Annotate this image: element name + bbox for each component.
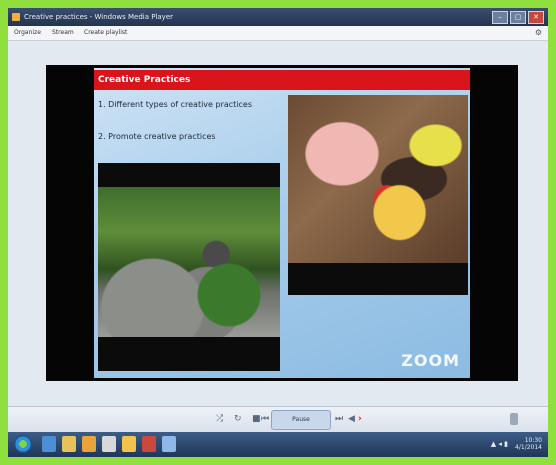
window-title-bar: Creative practices - Windows Media Playe… [8,8,548,26]
media-player-taskbar-icon[interactable] [82,436,96,452]
play-pause-button[interactable]: Pause [271,410,331,430]
menu-bar: Organize Stream Create playlist ⚙ [8,26,548,41]
clock[interactable]: 10:30 4/1/2014 [515,437,542,451]
file-explorer-icon[interactable] [62,436,76,452]
previous-button[interactable]: ⏮ [261,413,269,425]
gear-icon[interactable]: ⚙ [535,26,542,40]
chrome-icon[interactable] [102,436,116,452]
presentation-slide: Creative Practices 1. Different types of… [94,68,470,378]
menu-item-stream[interactable]: Stream [52,26,74,40]
slide-bullet-1: 1. Different types of creative practices [98,100,253,109]
video-frame: Creative Practices 1. Different types of… [46,65,518,381]
menu-item-organize[interactable]: Organize [14,26,41,40]
stop-button[interactable]: ■ [252,413,261,425]
watermark: ZOOM [401,351,460,370]
menu-item-create-playlist[interactable]: Create playlist [84,26,127,40]
shuffle-icon[interactable]: ⤮ [216,413,223,425]
clock-date: 4/1/2014 [515,444,542,451]
system-tray-icons[interactable]: ▲ ◂ ▮ [491,440,508,448]
slide-bullet-2: 2. Promote creative practices [98,132,216,141]
repeat-icon[interactable]: ↻ [234,413,242,425]
clock-time: 10:30 [524,437,542,444]
taskbar: ▲ ◂ ▮ 10:30 4/1/2014 [8,432,548,457]
minimize-button[interactable]: – [492,11,508,24]
screen: Creative practices - Windows Media Playe… [8,8,548,457]
child-reading-image [288,95,468,263]
folder-icon[interactable] [122,436,136,452]
player-controls: ⤮ ↻ ■ ⏮ Pause ⏭ ◀ › [8,406,548,433]
clay-sculptures-image [98,187,280,337]
media-player-icon [12,13,20,21]
volume-icon[interactable] [510,413,518,425]
video-stage[interactable]: Creative Practices 1. Different types of… [8,41,548,406]
internet-explorer-icon[interactable] [42,436,56,452]
next-arrow-icon[interactable]: › [358,413,362,425]
next-button[interactable]: ⏭ [335,413,343,425]
maximize-button[interactable]: ▢ [510,11,526,24]
slide-title: Creative Practices [94,70,470,90]
start-button[interactable] [14,435,32,453]
photo-child-reading-book [288,95,468,295]
close-button[interactable]: ✕ [528,11,544,24]
window-thumbnail-icon[interactable] [162,436,176,452]
window-title: Creative practices - Windows Media Playe… [24,13,174,21]
app-icon[interactable] [142,436,156,452]
photo-clay-sculptures [98,163,280,371]
mute-icon[interactable]: ◀ [348,413,355,425]
